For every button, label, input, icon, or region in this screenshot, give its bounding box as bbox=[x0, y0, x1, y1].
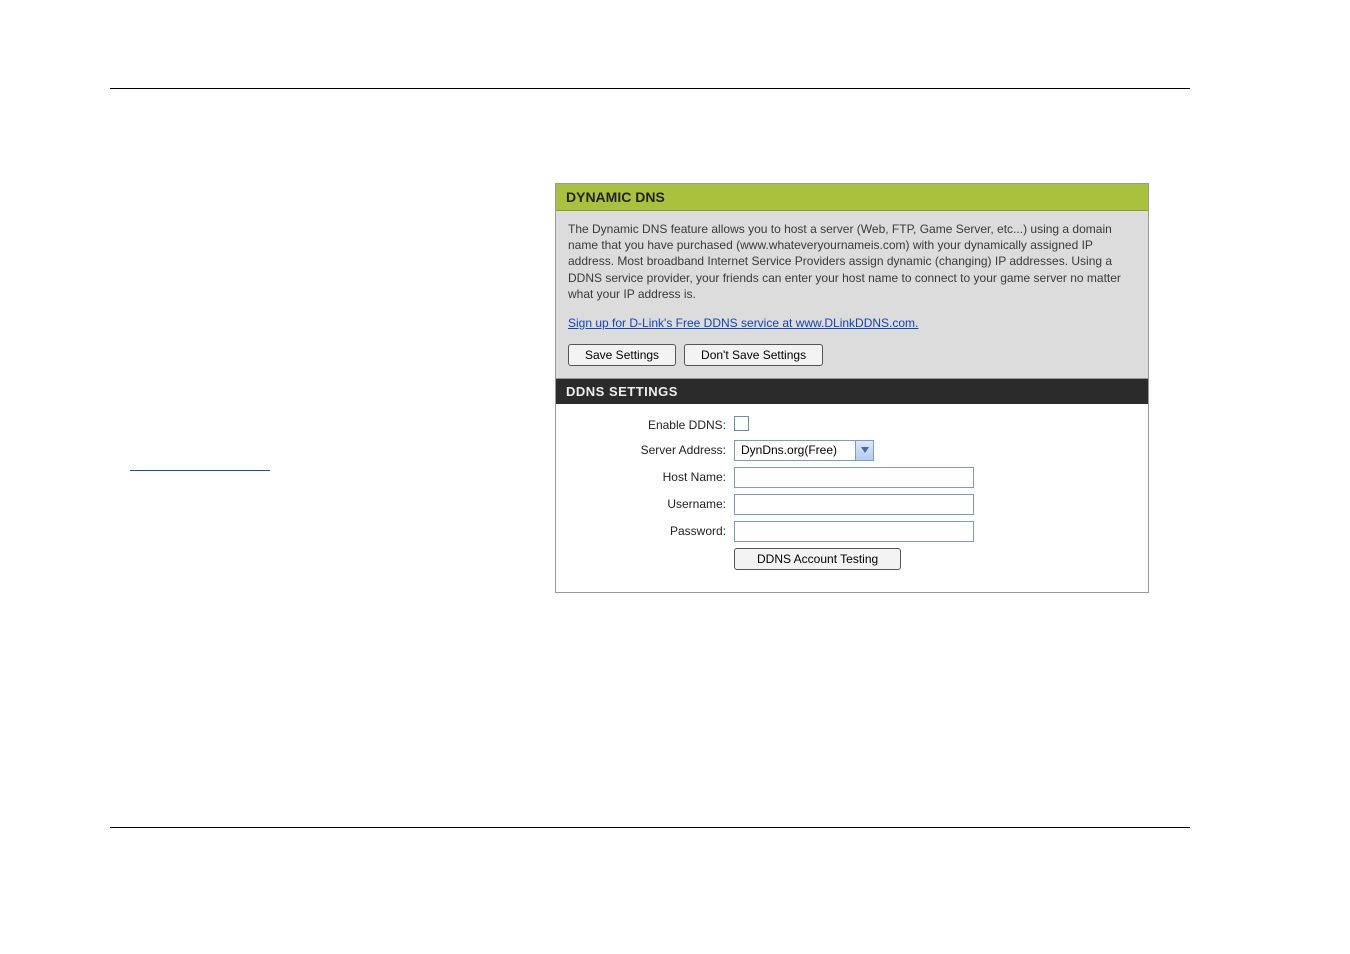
ddns-panel: DYNAMIC DNS The Dynamic DNS feature allo… bbox=[555, 183, 1149, 593]
password-label: Password: bbox=[568, 524, 734, 538]
password-row: Password: bbox=[568, 521, 1136, 542]
username-input[interactable] bbox=[734, 494, 974, 515]
host-name-row: Host Name: bbox=[568, 467, 1136, 488]
password-input[interactable] bbox=[734, 521, 974, 542]
chevron-down-icon bbox=[855, 441, 873, 460]
host-name-input[interactable] bbox=[734, 467, 974, 488]
host-name-label: Host Name: bbox=[568, 470, 734, 484]
server-address-select[interactable]: DynDns.org(Free) bbox=[734, 440, 874, 461]
button-row: Save Settings Don't Save Settings bbox=[568, 344, 1136, 366]
save-settings-button[interactable]: Save Settings bbox=[568, 344, 676, 366]
description-box: The Dynamic DNS feature allows you to ho… bbox=[556, 211, 1148, 379]
hidden-link-underline bbox=[130, 470, 270, 471]
settings-form: Enable DDNS: Server Address: DynDns.org(… bbox=[556, 404, 1148, 592]
settings-title: DDNS SETTINGS bbox=[566, 384, 1138, 399]
signup-link[interactable]: Sign up for D-Link's Free DDNS service a… bbox=[568, 316, 918, 330]
panel-title: DYNAMIC DNS bbox=[566, 189, 1138, 205]
server-address-label: Server Address: bbox=[568, 443, 734, 457]
username-label: Username: bbox=[568, 497, 734, 511]
enable-ddns-row: Enable DDNS: bbox=[568, 416, 1136, 434]
enable-ddns-checkbox[interactable] bbox=[734, 416, 749, 431]
ddns-account-testing-button[interactable]: DDNS Account Testing bbox=[734, 548, 901, 570]
username-row: Username: bbox=[568, 494, 1136, 515]
divider-top bbox=[110, 88, 1190, 89]
panel-header-green: DYNAMIC DNS bbox=[556, 184, 1148, 211]
description-text: The Dynamic DNS feature allows you to ho… bbox=[568, 221, 1136, 302]
test-button-row: DDNS Account Testing bbox=[568, 548, 1136, 570]
server-address-value: DynDns.org(Free) bbox=[735, 441, 855, 460]
server-address-row: Server Address: DynDns.org(Free) bbox=[568, 440, 1136, 461]
dont-save-settings-button[interactable]: Don't Save Settings bbox=[684, 344, 823, 366]
divider-bottom bbox=[110, 827, 1190, 828]
enable-ddns-label: Enable DDNS: bbox=[568, 418, 734, 432]
settings-header-dark: DDNS SETTINGS bbox=[556, 379, 1148, 404]
